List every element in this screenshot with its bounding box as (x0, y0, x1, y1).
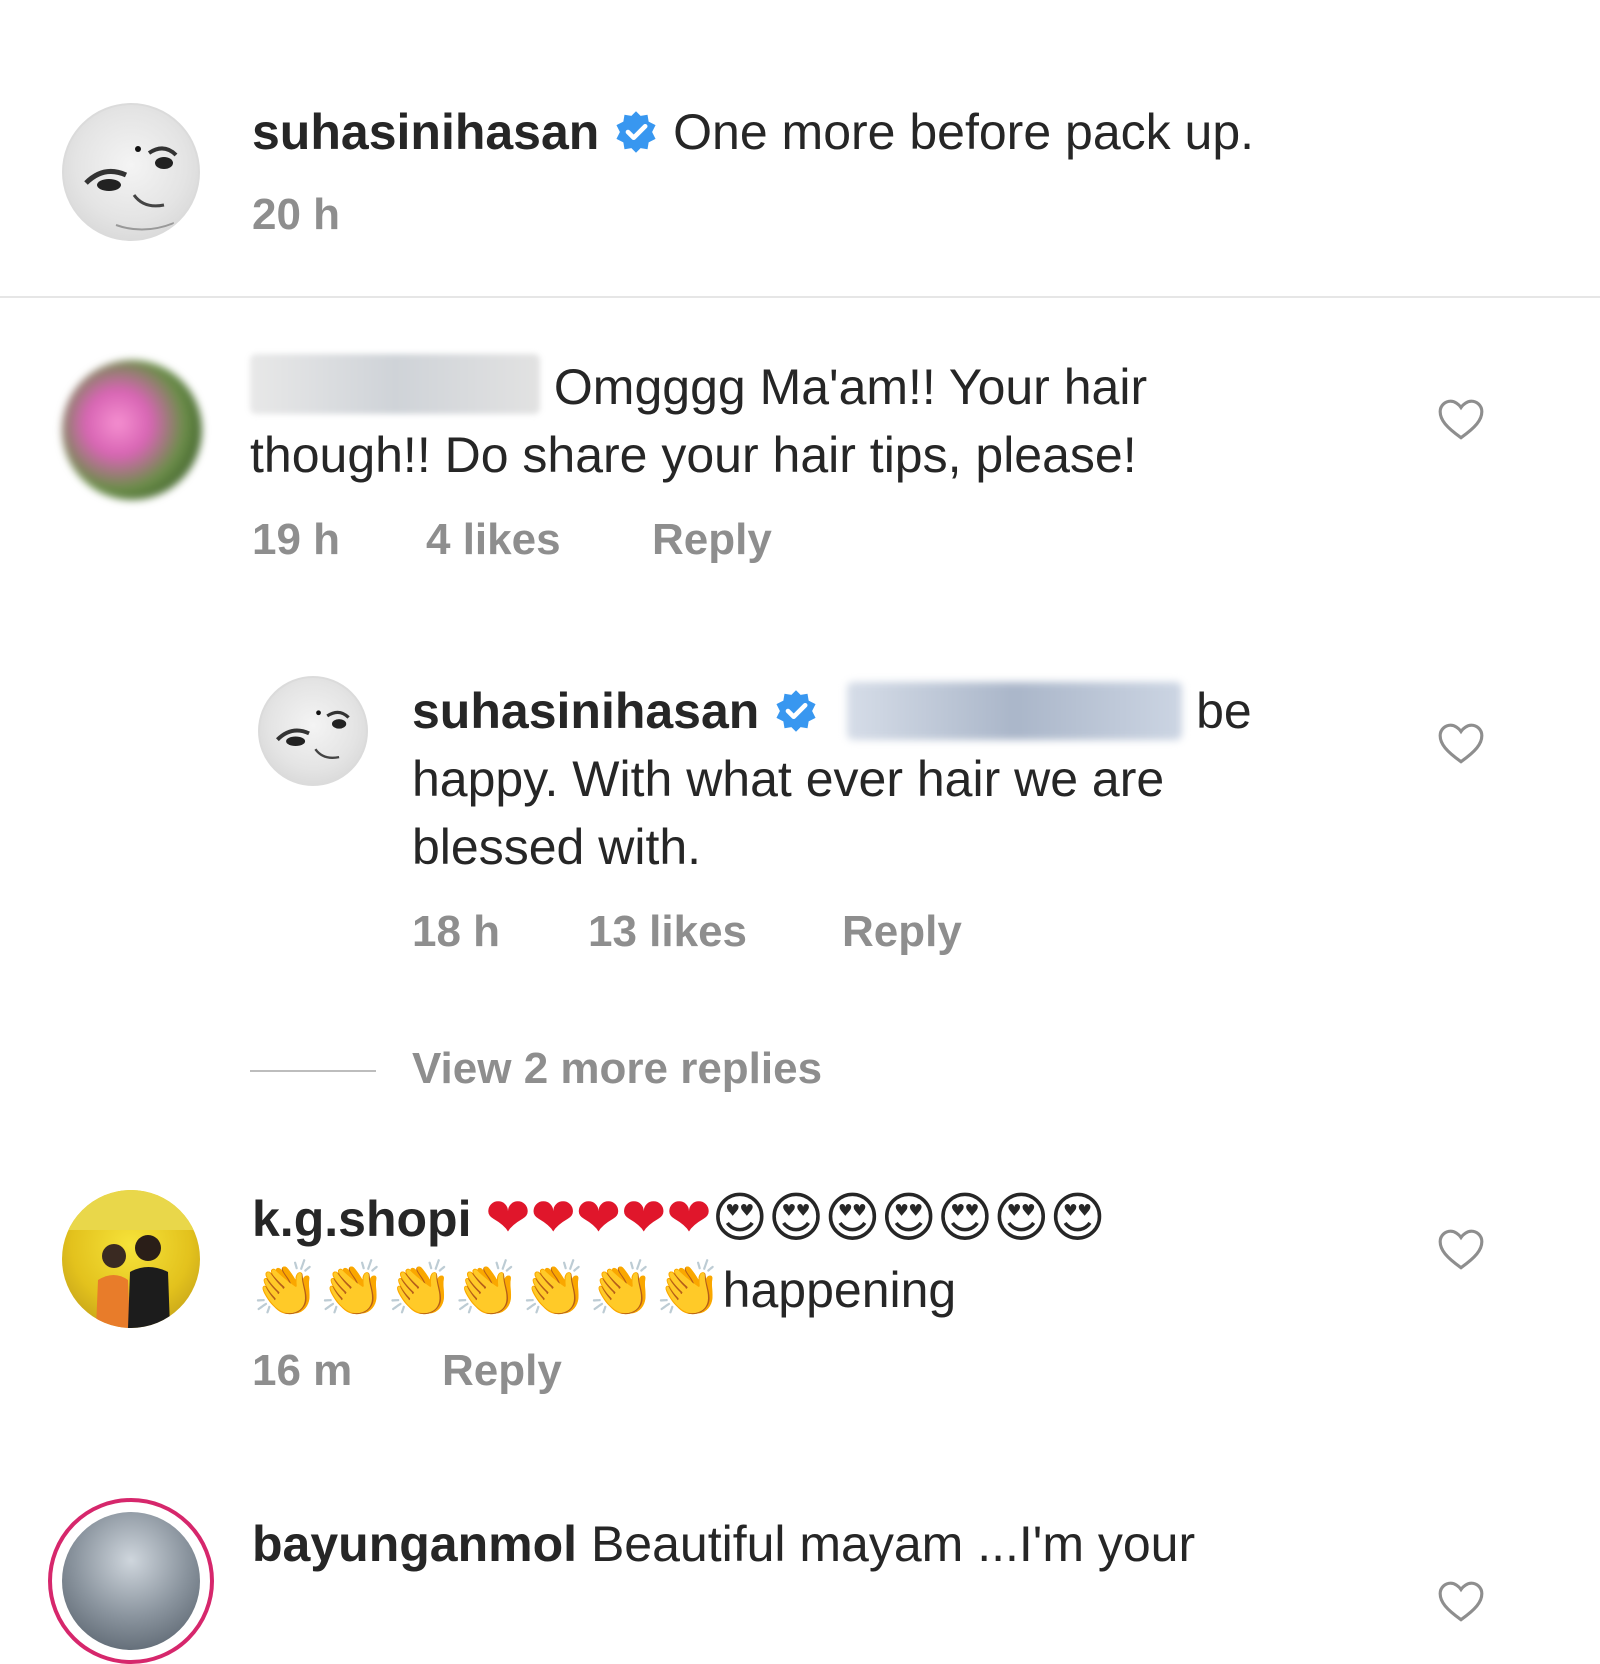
verified-badge-icon (776, 690, 816, 732)
caption-line: suhasinihasan One more before pack up. (252, 98, 1254, 166)
caption-text: One more before pack up. (673, 104, 1255, 160)
blurred-mention-link[interactable] (847, 682, 1183, 740)
caption-time: 20 h (252, 190, 341, 239)
like-heart-icon[interactable] (1436, 396, 1486, 446)
view-replies-line (250, 1070, 376, 1072)
clap-emojis: 👏👏👏👏👏👏👏 (252, 1259, 723, 1319)
comment-likes[interactable]: 4 likes (426, 515, 561, 565)
reply-button[interactable]: Reply (652, 515, 772, 565)
reply-button[interactable]: Reply (842, 907, 962, 957)
comment-text-line: though!! Do share your hair tips, please… (250, 427, 1137, 483)
divider (0, 296, 1600, 298)
face-sketch-icon (276, 710, 350, 759)
like-heart-icon[interactable] (1436, 1578, 1486, 1628)
avatar[interactable] (62, 103, 200, 241)
reply-likes[interactable]: 13 likes (588, 907, 747, 957)
heart-eyes-emojis: 😍😍😍😍😍😍😍 (711, 1188, 1106, 1248)
username[interactable]: suhasinihasan (412, 683, 759, 739)
like-heart-icon[interactable] (1436, 720, 1486, 770)
reply-button[interactable]: Reply (442, 1346, 562, 1396)
reply-time: 18 h (412, 907, 501, 956)
blurred-username[interactable] (250, 354, 540, 414)
like-heart-icon[interactable] (1436, 1226, 1486, 1276)
comment-text: Omgggg Ma'am!! Your hair (250, 353, 1147, 421)
comment-text: bayunganmol Beautiful mayam ...I'm your (252, 1516, 1196, 1572)
heart-emojis: ❤❤❤❤❤ (485, 1188, 712, 1248)
avatar[interactable] (258, 676, 368, 786)
comment-text-line: 👏👏👏👏👏👏👏happening (252, 1259, 957, 1319)
story-ring-avatar[interactable] (48, 1498, 214, 1664)
comment-time: 19 h (252, 515, 341, 564)
avatar[interactable] (62, 360, 202, 500)
reply-text: suhasinihasan be (412, 682, 1252, 740)
verified-badge-icon (616, 111, 656, 153)
comment-text: k.g.shopi ❤❤❤❤❤😍😍😍😍😍😍😍 (252, 1185, 1106, 1253)
comment-time: 16 m (252, 1346, 353, 1395)
reply-text-line: blessed with. (412, 819, 702, 875)
avatar (62, 1512, 200, 1650)
people-photo-icon (62, 1190, 200, 1328)
reply-text-line: happy. With what ever hair we are (412, 751, 1165, 807)
username[interactable]: bayunganmol (252, 1516, 577, 1572)
username[interactable]: k.g.shopi (252, 1191, 471, 1247)
avatar[interactable] (62, 1190, 200, 1328)
view-more-replies-button[interactable]: View 2 more replies (412, 1044, 822, 1094)
username[interactable]: suhasinihasan (252, 104, 599, 160)
face-sketch-icon (84, 146, 178, 231)
